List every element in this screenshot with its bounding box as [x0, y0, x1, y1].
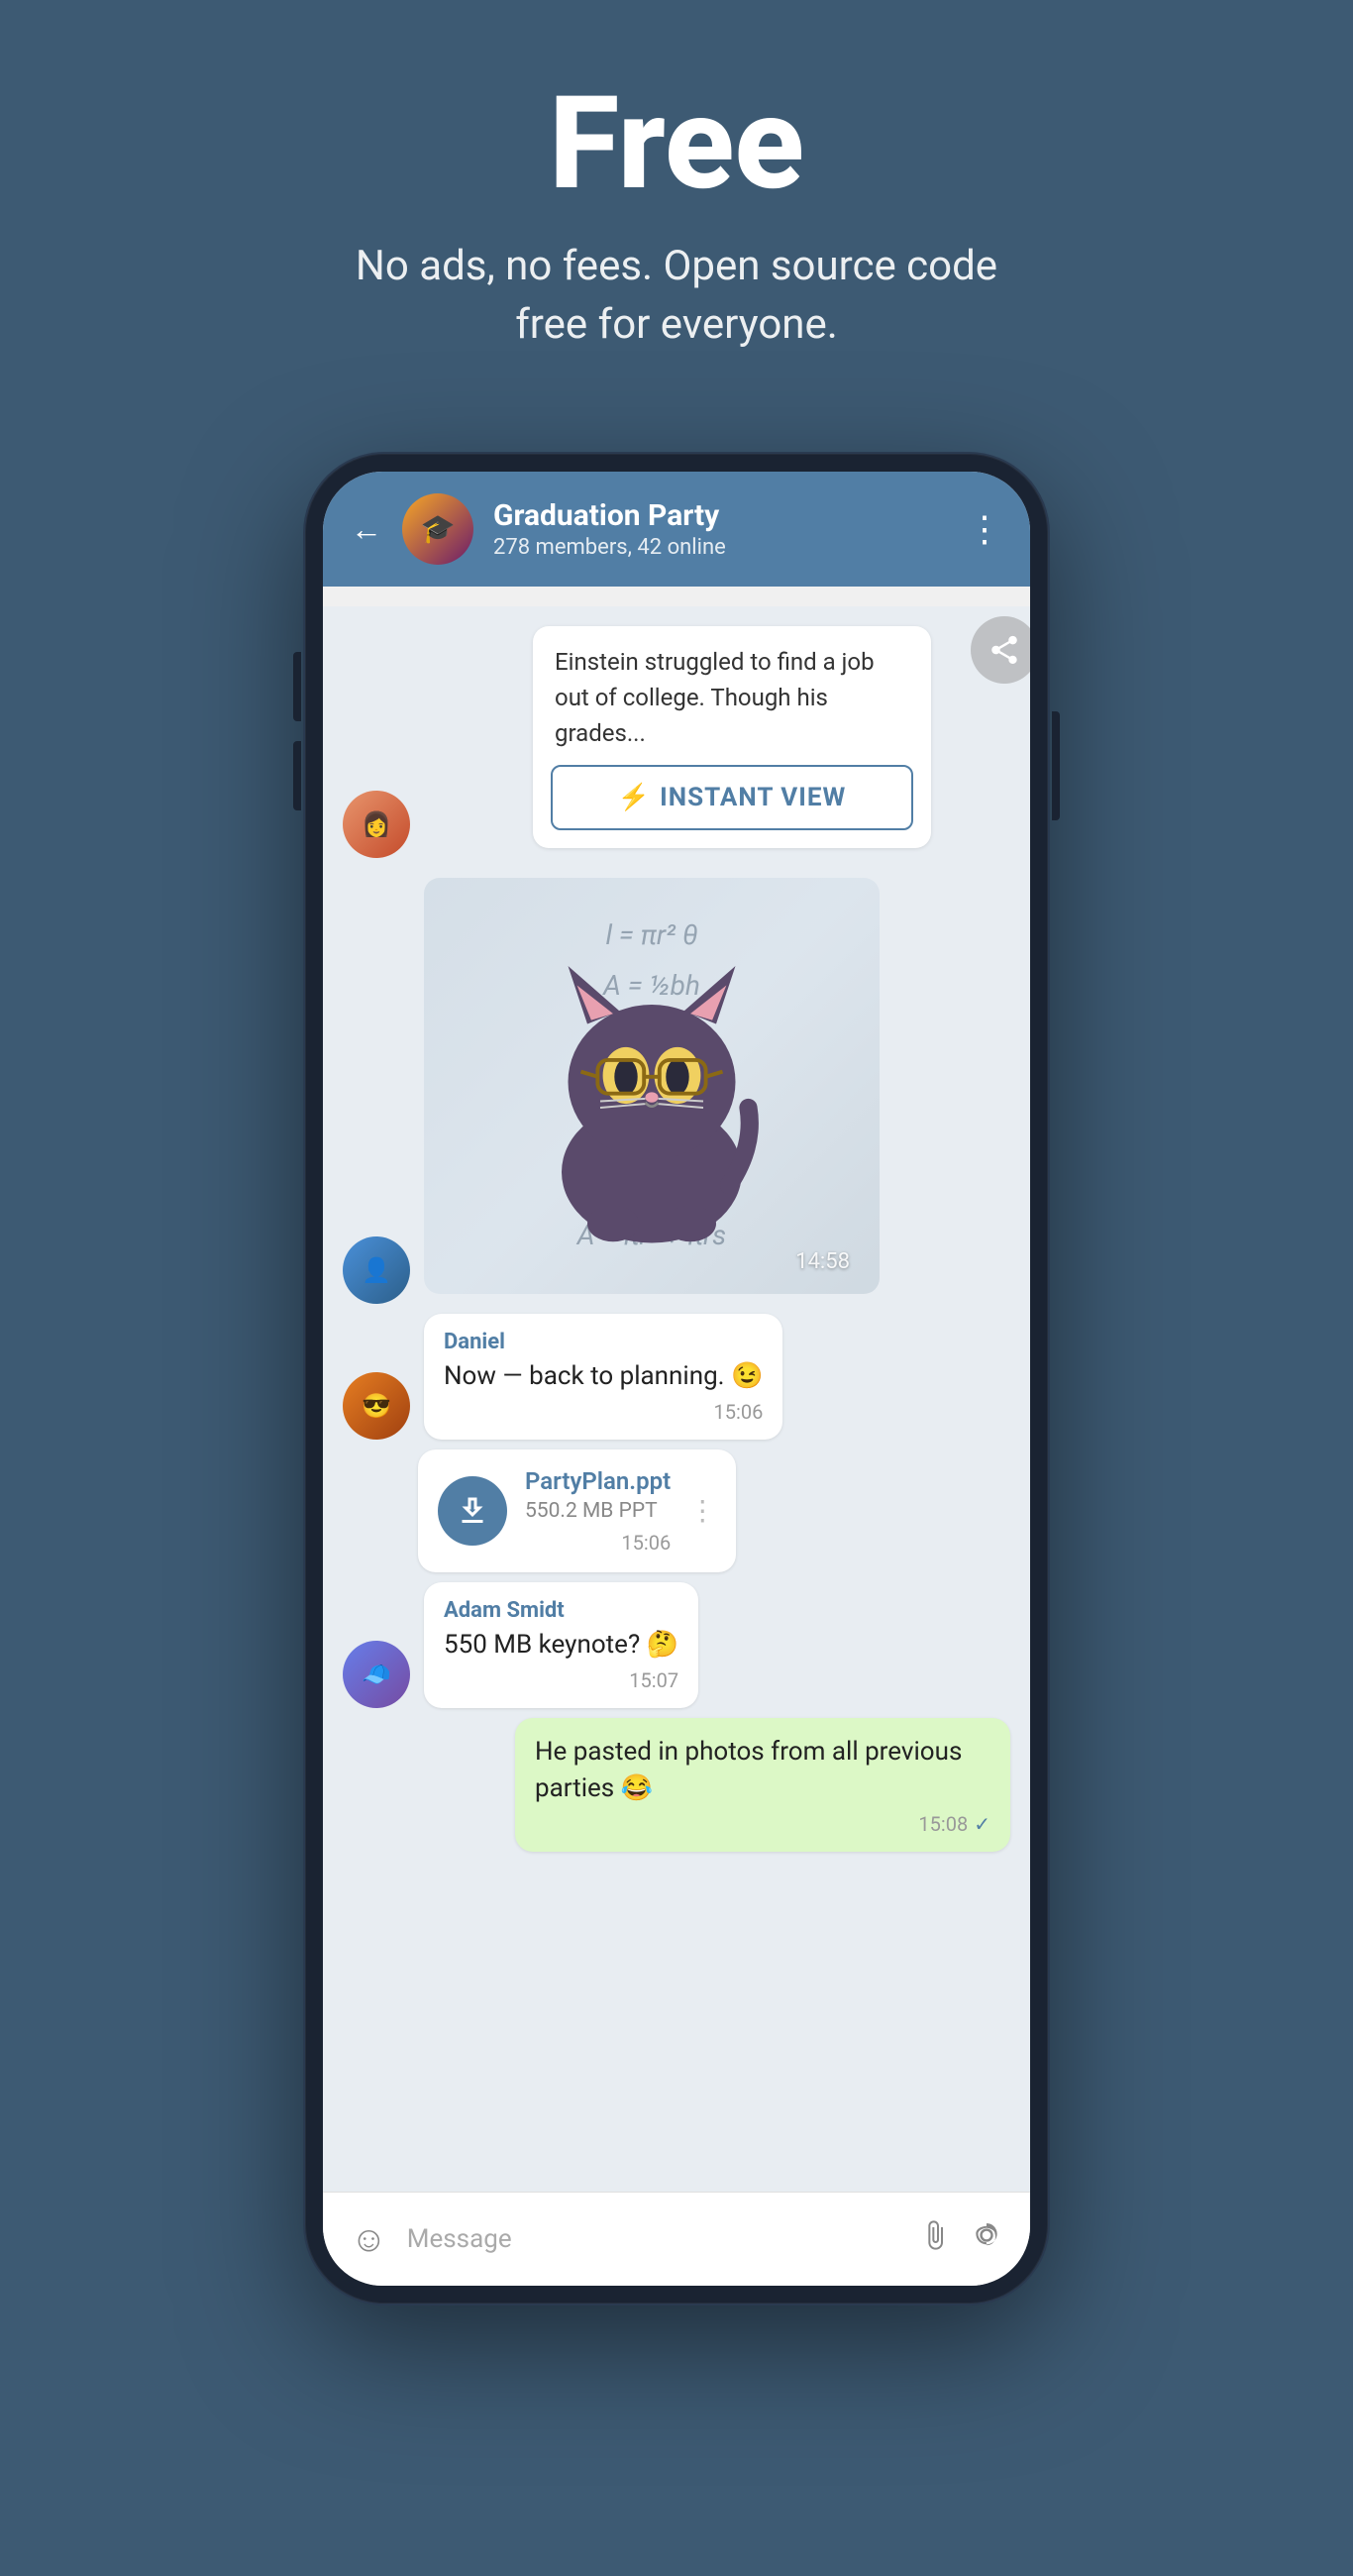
file-time: 15:06	[525, 1531, 671, 1555]
phone-outer: ← 🎓 Graduation Party 278 members, 42 onl…	[305, 454, 1048, 2304]
sticker-area: l = πr² θ A = ½bh V = l³ P = 2πr A = πr²…	[424, 878, 880, 1294]
hero-subtitle: No ads, no fees. Open source code free f…	[330, 238, 1023, 355]
daniel-bubble: Daniel Now — back to planning. 😉 15:06	[424, 1314, 782, 1440]
hero-section: Free No ads, no fees. Open source code f…	[290, 0, 1063, 414]
download-button[interactable]	[438, 1476, 507, 1546]
bolt-icon: ⚡	[618, 783, 650, 812]
user-avatar-guy1: 👤	[343, 1236, 410, 1304]
adam-sender: Adam Smidt	[444, 1598, 678, 1623]
back-button[interactable]: ←	[351, 510, 382, 548]
sticker-row: 👤 l = πr² θ A = ½bh V = l³ P = 2πr A = π…	[343, 868, 1010, 1304]
daniel-sender: Daniel	[444, 1330, 763, 1354]
daniel-text: Now — back to planning. 😉	[444, 1358, 763, 1394]
read-checkmark: ✓	[974, 1812, 990, 1836]
adam-time: 15:07	[444, 1668, 678, 1692]
camera-button[interactable]	[971, 2219, 1002, 2259]
hero-title: Free	[330, 79, 1023, 208]
chat-name: Graduation Party	[493, 498, 947, 533]
own-time: 15:08 ✓	[535, 1812, 990, 1836]
user-avatar-girl: 👩	[343, 791, 410, 858]
emoji-button[interactable]: ☺	[351, 2218, 387, 2260]
chat-body: 👩 Einstein struggled to find a job out o…	[323, 606, 1030, 2192]
phone-wrapper: ← 🎓 Graduation Party 278 members, 42 onl…	[305, 454, 1048, 2304]
paperclip-icon	[919, 2219, 951, 2251]
share-icon	[988, 633, 1021, 667]
message-bar: ☺ Message	[323, 2192, 1030, 2286]
phone-screen: ← 🎓 Graduation Party 278 members, 42 onl…	[323, 472, 1030, 2286]
adam-text: 550 MB keynote? 🤔	[444, 1627, 678, 1663]
instant-view-label: INSTANT VIEW	[660, 783, 846, 812]
instant-view-button[interactable]: ⚡ INSTANT VIEW	[551, 765, 913, 830]
own-text: He pasted in photos from all previous pa…	[535, 1734, 990, 1806]
download-icon	[455, 1493, 490, 1529]
share-button[interactable]	[971, 616, 1030, 684]
own-time-value: 15:08	[918, 1812, 968, 1836]
attach-button[interactable]	[919, 2219, 951, 2259]
daniel-time: 15:06	[444, 1400, 763, 1424]
chat-header: ← 🎓 Graduation Party 278 members, 42 onl…	[323, 472, 1030, 587]
file-info: PartyPlan.ppt 550.2 MB PPT 15:06	[525, 1467, 671, 1555]
sticker-time: 14:58	[795, 1249, 850, 1274]
adam-bubble: Adam Smidt 550 MB keynote? 🤔 15:07	[424, 1582, 698, 1708]
daniel-message-row: 😎 Daniel Now — back to planning. 😉 15:06	[343, 1314, 1010, 1440]
user-avatar-guy3: 🧢	[343, 1641, 410, 1708]
file-message-row: PartyPlan.ppt 550.2 MB PPT 15:06 ⋮	[418, 1449, 1010, 1572]
chat-info: Graduation Party 278 members, 42 online	[493, 498, 947, 560]
chat-members: 278 members, 42 online	[493, 535, 947, 560]
message-input[interactable]: Message	[407, 2210, 899, 2268]
file-size: 550.2 MB PPT	[525, 1499, 671, 1523]
own-message-row: He pasted in photos from all previous pa…	[343, 1718, 1010, 1852]
file-menu-button[interactable]: ⋮	[688, 1494, 716, 1527]
file-bubble: PartyPlan.ppt 550.2 MB PPT 15:06 ⋮	[418, 1449, 736, 1572]
adam-message-row: 🧢 Adam Smidt 550 MB keynote? 🤔 15:07	[343, 1582, 1010, 1708]
user-avatar-guy2: 😎	[343, 1372, 410, 1440]
cat-sticker	[523, 927, 781, 1244]
chat-menu-button[interactable]: ⋮	[967, 508, 1002, 550]
chat-avatar: 🎓	[402, 493, 473, 565]
own-bubble: He pasted in photos from all previous pa…	[515, 1718, 1010, 1852]
article-message: Einstein struggled to find a job out of …	[533, 626, 931, 848]
camera-icon	[971, 2219, 1002, 2251]
article-text: Einstein struggled to find a job out of …	[533, 626, 931, 765]
file-name: PartyPlan.ppt	[525, 1467, 671, 1495]
